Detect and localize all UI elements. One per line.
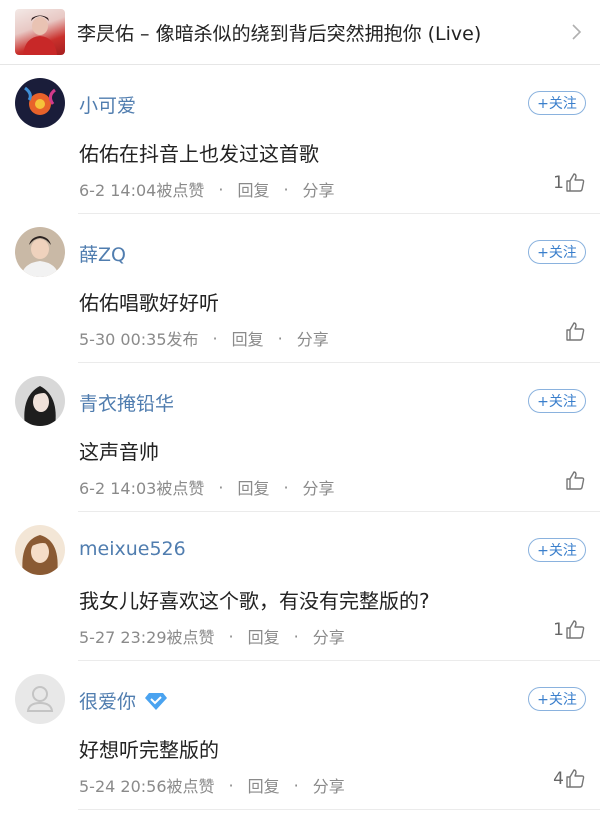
separator: ·	[283, 179, 289, 199]
follow-button[interactable]: +关注	[528, 687, 586, 711]
reply-button[interactable]: 回复	[237, 177, 269, 201]
follow-button[interactable]: +关注	[528, 538, 586, 562]
comment-meta: 6-2 14:04被点赞 · 回复 · 分享	[79, 177, 335, 201]
share-button[interactable]: 分享	[313, 773, 345, 797]
comment-meta: 5-24 20:56被点赞 · 回复 · 分享	[79, 773, 345, 797]
username[interactable]: 青衣掩铅华	[79, 389, 174, 416]
comment-item: 青衣掩铅华 +关注 这声音帅 6-2 14:03被点赞 · 回复 · 分享	[0, 363, 600, 512]
separator: ·	[218, 477, 224, 497]
comment-item: 很爱你 +关注 好想听完整版的 5-24 20:56被点赞 · 回复 · 分享 …	[0, 661, 600, 810]
comment-text: 佑佑在抖音上也发过这首歌	[79, 142, 319, 166]
separator: ·	[228, 626, 234, 646]
thumbs-up-icon	[566, 471, 585, 490]
comment-text: 我女儿好喜欢这个歌，有没有完整版的?	[79, 589, 430, 613]
separator: ·	[277, 328, 283, 348]
share-button[interactable]: 分享	[303, 475, 335, 499]
follow-button[interactable]: +关注	[528, 240, 586, 264]
like-button[interactable]: 1	[553, 619, 586, 641]
like-count: 1	[553, 173, 564, 193]
separator: ·	[283, 477, 289, 497]
comment-item: 小可爱 +关注 佑佑在抖音上也发过这首歌 6-2 14:04被点赞 · 回复 ·…	[0, 65, 600, 214]
like-button[interactable]: 1	[553, 172, 586, 194]
diamond-vip-icon	[145, 692, 168, 710]
comment-text: 佑佑唱歌好好听	[79, 291, 219, 315]
comment-meta: 6-2 14:03被点赞 · 回复 · 分享	[79, 475, 335, 499]
user-avatar[interactable]	[15, 376, 65, 426]
comment-item: meixue526 +关注 我女儿好喜欢这个歌，有没有完整版的? 5-27 23…	[0, 512, 600, 661]
comment-time: 5-24 20:56被点赞	[79, 777, 215, 796]
user-avatar[interactable]	[15, 78, 65, 128]
thumbs-up-icon	[566, 173, 585, 192]
chevron-right-icon[interactable]	[566, 22, 586, 42]
thumbs-up-icon	[566, 322, 585, 341]
separator: ·	[218, 179, 224, 199]
comment-text: 好想听完整版的	[79, 738, 219, 762]
comment-text: 这声音帅	[79, 440, 159, 464]
comment-time: 6-2 14:03被点赞	[79, 479, 205, 498]
separator: ·	[293, 775, 299, 795]
like-button[interactable]	[564, 321, 586, 343]
comment-item: 薛ZQ +关注 佑佑唱歌好好听 5-30 00:35发布 · 回复 · 分享	[0, 214, 600, 363]
comment-time: 5-27 23:29被点赞	[79, 628, 215, 647]
follow-button[interactable]: +关注	[528, 389, 586, 413]
separator: ·	[228, 775, 234, 795]
reply-button[interactable]: 回复	[248, 773, 280, 797]
comment-time: 5-30 00:35发布	[79, 330, 199, 349]
reply-button[interactable]: 回复	[248, 624, 280, 648]
like-count: 4	[553, 769, 564, 789]
like-button[interactable]: 4	[553, 768, 586, 790]
user-avatar[interactable]	[15, 227, 65, 277]
username[interactable]: 很爱你	[79, 687, 168, 714]
divider	[78, 809, 600, 810]
username[interactable]: 小可爱	[79, 91, 136, 118]
user-avatar[interactable]	[15, 674, 65, 724]
share-button[interactable]: 分享	[313, 624, 345, 648]
reply-button[interactable]: 回复	[232, 326, 264, 350]
like-button[interactable]	[564, 470, 586, 492]
reply-button[interactable]: 回复	[237, 475, 269, 499]
follow-button[interactable]: +关注	[528, 91, 586, 115]
thumbs-up-icon	[566, 769, 585, 788]
share-button[interactable]: 分享	[297, 326, 329, 350]
user-avatar[interactable]	[15, 525, 65, 575]
comment-meta: 5-30 00:35发布 · 回复 · 分享	[79, 326, 329, 350]
like-count: 1	[553, 620, 564, 640]
username[interactable]: meixue526	[79, 538, 186, 560]
song-header[interactable]: 李昃佑 – 像暗杀似的绕到背后突然拥抱你 (Live)	[0, 0, 600, 65]
comment-meta: 5-27 23:29被点赞 · 回复 · 分享	[79, 624, 345, 648]
username[interactable]: 薛ZQ	[79, 240, 126, 267]
song-thumbnail	[15, 9, 65, 55]
separator: ·	[293, 626, 299, 646]
comment-time: 6-2 14:04被点赞	[79, 181, 205, 200]
thumbs-up-icon	[566, 620, 585, 639]
share-button[interactable]: 分享	[303, 177, 335, 201]
separator: ·	[212, 328, 218, 348]
song-title: 李昃佑 – 像暗杀似的绕到背后突然拥抱你 (Live)	[77, 23, 482, 45]
